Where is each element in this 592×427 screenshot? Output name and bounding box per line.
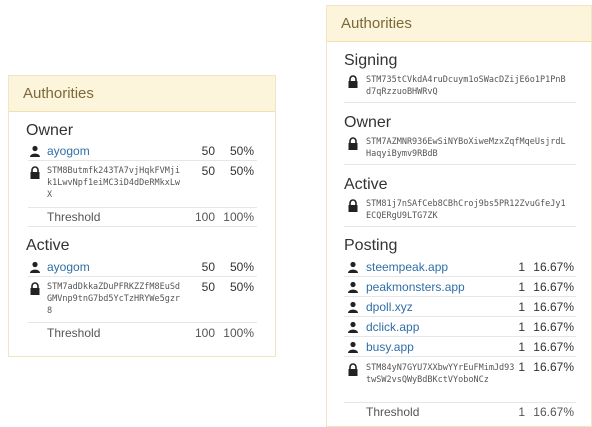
right-owner-key-row: STM7AZMNR936EwSiNYBoXiweMzxZqfMqeUsjrdLH… xyxy=(346,136,576,160)
left-active-account-link[interactable]: ayogom xyxy=(47,260,90,274)
posting-account-link[interactable]: peakmonsters.app xyxy=(366,280,465,294)
posting-row2-pct: 16.67% xyxy=(533,280,574,294)
right-active-key-row: STM81j7nSAfCeb8CBhCroj9bs5PR12ZvuGfeJy1E… xyxy=(346,198,576,222)
row-divider xyxy=(28,207,257,208)
left-owner-threshold-label: Threshold xyxy=(47,210,101,224)
user-icon xyxy=(28,144,42,158)
posting-account-row: dclick.app xyxy=(346,320,419,334)
right-signing-title: Signing xyxy=(344,52,398,69)
row-divider xyxy=(28,276,257,277)
row-divider xyxy=(344,336,576,337)
left-owner-row2-weight: 50 xyxy=(201,164,215,178)
row-divider xyxy=(344,402,576,403)
lock-icon xyxy=(28,165,42,179)
user-icon xyxy=(346,280,360,294)
left-panel-title: Authorities xyxy=(23,85,94,102)
row-divider xyxy=(344,356,576,357)
left-active-threshold-label: Threshold xyxy=(47,326,101,340)
posting-row1-weight: 1 xyxy=(518,260,525,274)
posting-row3-pct: 16.67% xyxy=(533,300,574,314)
row-divider xyxy=(344,164,576,165)
left-owner-row2-pct: 50% xyxy=(229,164,254,178)
left-owner-key-row: STM8Butmfk243TA7vjHqkFVMjik1LwvNpf1eiMC3… xyxy=(28,165,188,201)
posting-row5-weight: 1 xyxy=(518,340,525,354)
lock-icon xyxy=(346,136,360,150)
left-owner-account-link[interactable]: ayogom xyxy=(47,144,90,158)
right-panel-title: Authorities xyxy=(341,15,412,32)
posting-account-row: peakmonsters.app xyxy=(346,280,465,294)
posting-row2-weight: 1 xyxy=(518,280,525,294)
right-owner-title: Owner xyxy=(344,114,392,131)
left-owner-row1-pct: 50% xyxy=(229,144,254,158)
left-active-row2-weight: 50 xyxy=(201,280,215,294)
posting-row3-weight: 1 xyxy=(518,300,525,314)
left-active-row2-pct: 50% xyxy=(229,280,254,294)
right-posting-title: Posting xyxy=(344,237,398,254)
posting-row4-pct: 16.67% xyxy=(533,320,574,334)
row-divider xyxy=(344,316,576,317)
left-owner-threshold-pct: 100% xyxy=(223,210,254,224)
posting-public-key: STM84yN7GYU7XXbwYYrEuFMimJd93twSW2vsQWyB… xyxy=(366,363,515,385)
left-active-threshold-pct: 100% xyxy=(223,326,254,340)
right-signing-public-key: STM735tCVkdA4ruDcuym1oSWacDZijE6o1P1PnBd… xyxy=(366,75,566,97)
posting-account-row: steempeak.app xyxy=(346,260,448,274)
posting-key-weight: 1 xyxy=(518,360,525,374)
right-active-title: Active xyxy=(344,176,388,193)
posting-key-pct: 16.67% xyxy=(533,360,574,374)
posting-account-row: busy.app xyxy=(346,340,414,354)
right-owner-public-key: STM7AZMNR936EwSiNYBoXiweMzxZqfMqeUsjrdLH… xyxy=(366,137,566,159)
user-icon xyxy=(346,300,360,314)
left-active-threshold-value: 100 xyxy=(194,326,215,340)
left-active-key-row: STM7adDkkaZDuPFRKZZfM8EuSdGMVnp9tnG7bd5Y… xyxy=(28,281,188,317)
user-icon xyxy=(28,260,42,274)
right-active-public-key: STM81j7nSAfCeb8CBhCroj9bs5PR12ZvuGfeJy1E… xyxy=(366,199,566,221)
left-active-row1-pct: 50% xyxy=(229,260,254,274)
row-divider xyxy=(344,226,576,227)
left-panel-header: Authorities xyxy=(9,76,275,112)
left-owner-public-key: STM8Butmfk243TA7vjHqkFVMjik1LwvNpf1eiMC3… xyxy=(47,166,181,200)
lock-icon xyxy=(346,74,360,88)
left-owner-row1-weight: 50 xyxy=(201,144,215,158)
left-active-title: Active xyxy=(26,237,70,254)
user-icon xyxy=(346,260,360,274)
posting-key-row: STM84yN7GYU7XXbwYYrEuFMimJd93twSW2vsQWyB… xyxy=(346,362,516,386)
posting-threshold-pct: 16.67% xyxy=(533,405,574,419)
posting-threshold-label: Threshold xyxy=(366,405,420,419)
row-divider xyxy=(28,322,257,323)
posting-row1-pct: 16.67% xyxy=(533,260,574,274)
posting-row5-pct: 16.67% xyxy=(533,340,574,354)
lock-icon xyxy=(346,362,360,376)
user-icon xyxy=(346,340,360,354)
user-icon xyxy=(346,320,360,334)
posting-account-link[interactable]: steempeak.app xyxy=(366,260,448,274)
left-active-row1-weight: 50 xyxy=(201,260,215,274)
lock-icon xyxy=(346,198,360,212)
lock-icon xyxy=(28,281,42,295)
row-divider xyxy=(28,226,257,227)
posting-account-link[interactable]: dpoll.xyz xyxy=(366,300,413,314)
left-owner-threshold-value: 100 xyxy=(194,210,215,224)
left-active-public-key: STM7adDkkaZDuPFRKZZfM8EuSdGMVnp9tnG7bd5Y… xyxy=(47,282,181,316)
posting-account-link[interactable]: dclick.app xyxy=(366,320,419,334)
left-owner-title: Owner xyxy=(26,122,74,139)
posting-threshold-value: 1 xyxy=(518,405,525,419)
posting-account-link[interactable]: busy.app xyxy=(366,340,414,354)
row-divider xyxy=(344,296,576,297)
posting-row4-weight: 1 xyxy=(518,320,525,334)
right-signing-key-row: STM735tCVkdA4ruDcuym1oSWacDZijE6o1P1PnBd… xyxy=(346,74,576,98)
row-divider xyxy=(28,160,257,161)
right-panel-header: Authorities xyxy=(327,6,591,42)
row-divider xyxy=(344,276,576,277)
row-divider xyxy=(344,102,576,103)
posting-account-row: dpoll.xyz xyxy=(346,300,413,314)
